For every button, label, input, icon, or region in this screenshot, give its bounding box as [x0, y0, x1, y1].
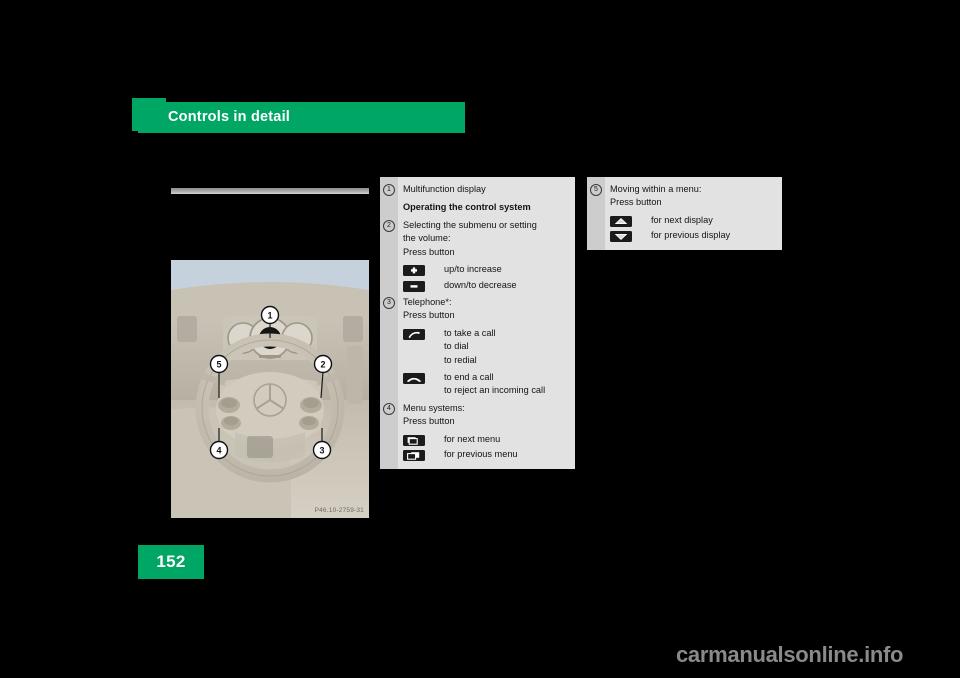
- next-menu-icon: [398, 433, 435, 446]
- phone-take-call-icon: [398, 327, 435, 340]
- legend-icon-label: for next menu: [444, 433, 501, 444]
- arrow-up-button-icon: [605, 214, 642, 227]
- legend-section-heading: Operating the control system: [380, 201, 575, 215]
- controls-legend-box-left: 1 Multifunction display Operating the co…: [380, 177, 575, 469]
- legend-icon-label: for previous menu: [444, 449, 518, 460]
- svg-text:4: 4: [216, 446, 221, 456]
- legend-icon-label: down/to decrease: [444, 279, 517, 290]
- svg-text:1: 1: [267, 311, 272, 321]
- controls-legend-box-right: 5 Moving within a menu: Press button for…: [587, 177, 782, 250]
- legend-icon-row: for previous display: [587, 229, 782, 243]
- svg-text:2: 2: [320, 360, 325, 370]
- previous-menu-icon: [398, 448, 435, 462]
- legend-icon-label: for next display: [651, 214, 713, 225]
- legend-item-number: 1: [380, 183, 398, 196]
- steering-wheel-figure: 1 2 3 4 5 P46.10-2759-31: [171, 260, 369, 518]
- svg-text:3: 3: [319, 446, 324, 456]
- page-sheet: Controls in detail 1 2 3 4 5 P46.10-2759…: [0, 0, 960, 678]
- legend-icon-label: to take a call to dial to redial: [444, 327, 496, 365]
- legend-heading-number-placeholder: [380, 201, 398, 202]
- legend-item-number: 2: [380, 219, 398, 232]
- legend-item: 4 Menu systems: Press button: [380, 402, 575, 429]
- legend-icon-row: down/to decrease: [380, 279, 575, 292]
- minus-button-icon: [398, 279, 435, 292]
- arrow-down-button-icon: [605, 229, 642, 243]
- page-number-block: 152: [138, 545, 204, 579]
- svg-text:5: 5: [216, 360, 221, 370]
- legend-icon-label: to end a call to reject an incoming call: [444, 372, 546, 396]
- legend-icon-row: to end a call to reject an incoming call: [380, 371, 575, 398]
- legend-item: 3 Telephone*: Press button: [380, 296, 575, 323]
- figure-reference-code: P46.10-2759-31: [314, 507, 364, 514]
- legend-item-text: Moving within a menu: Press button: [610, 184, 702, 208]
- legend-item: 2 Selecting the submenu or setting the v…: [380, 219, 575, 259]
- legend-item-number: 5: [587, 183, 605, 196]
- page-title: Controls in detail: [168, 109, 291, 125]
- legend-icon-row: for next display: [587, 214, 782, 227]
- legend-item: 1 Multifunction display: [380, 183, 575, 197]
- plus-button-icon: [398, 263, 435, 277]
- legend-heading-text: Operating the control system: [403, 202, 531, 212]
- figure-divider-rule: [171, 188, 369, 194]
- legend-icon-row: up/to increase: [380, 263, 575, 277]
- legend-item-text: Multifunction display: [403, 184, 486, 194]
- legend-icon-label: up/to increase: [444, 264, 502, 275]
- site-watermark: carmanualsonline.info: [676, 642, 904, 667]
- page-number: 152: [156, 552, 186, 571]
- legend-icon-row: to take a call to dial to redial: [380, 327, 575, 367]
- legend-icon-label: for previous display: [651, 230, 731, 241]
- legend-item: 5 Moving within a menu: Press button: [587, 183, 782, 210]
- legend-icon-row: for previous menu: [380, 448, 575, 462]
- legend-item-text: Telephone*: Press button: [403, 297, 455, 321]
- legend-item-number: 4: [380, 402, 398, 415]
- legend-icon-row: for next menu: [380, 433, 575, 446]
- phone-end-call-icon: [398, 371, 435, 385]
- legend-item-text: Selecting the submenu or setting the vol…: [403, 220, 537, 257]
- legend-item-text: Menu systems: Press button: [403, 402, 465, 427]
- legend-item-number: 3: [380, 296, 398, 310]
